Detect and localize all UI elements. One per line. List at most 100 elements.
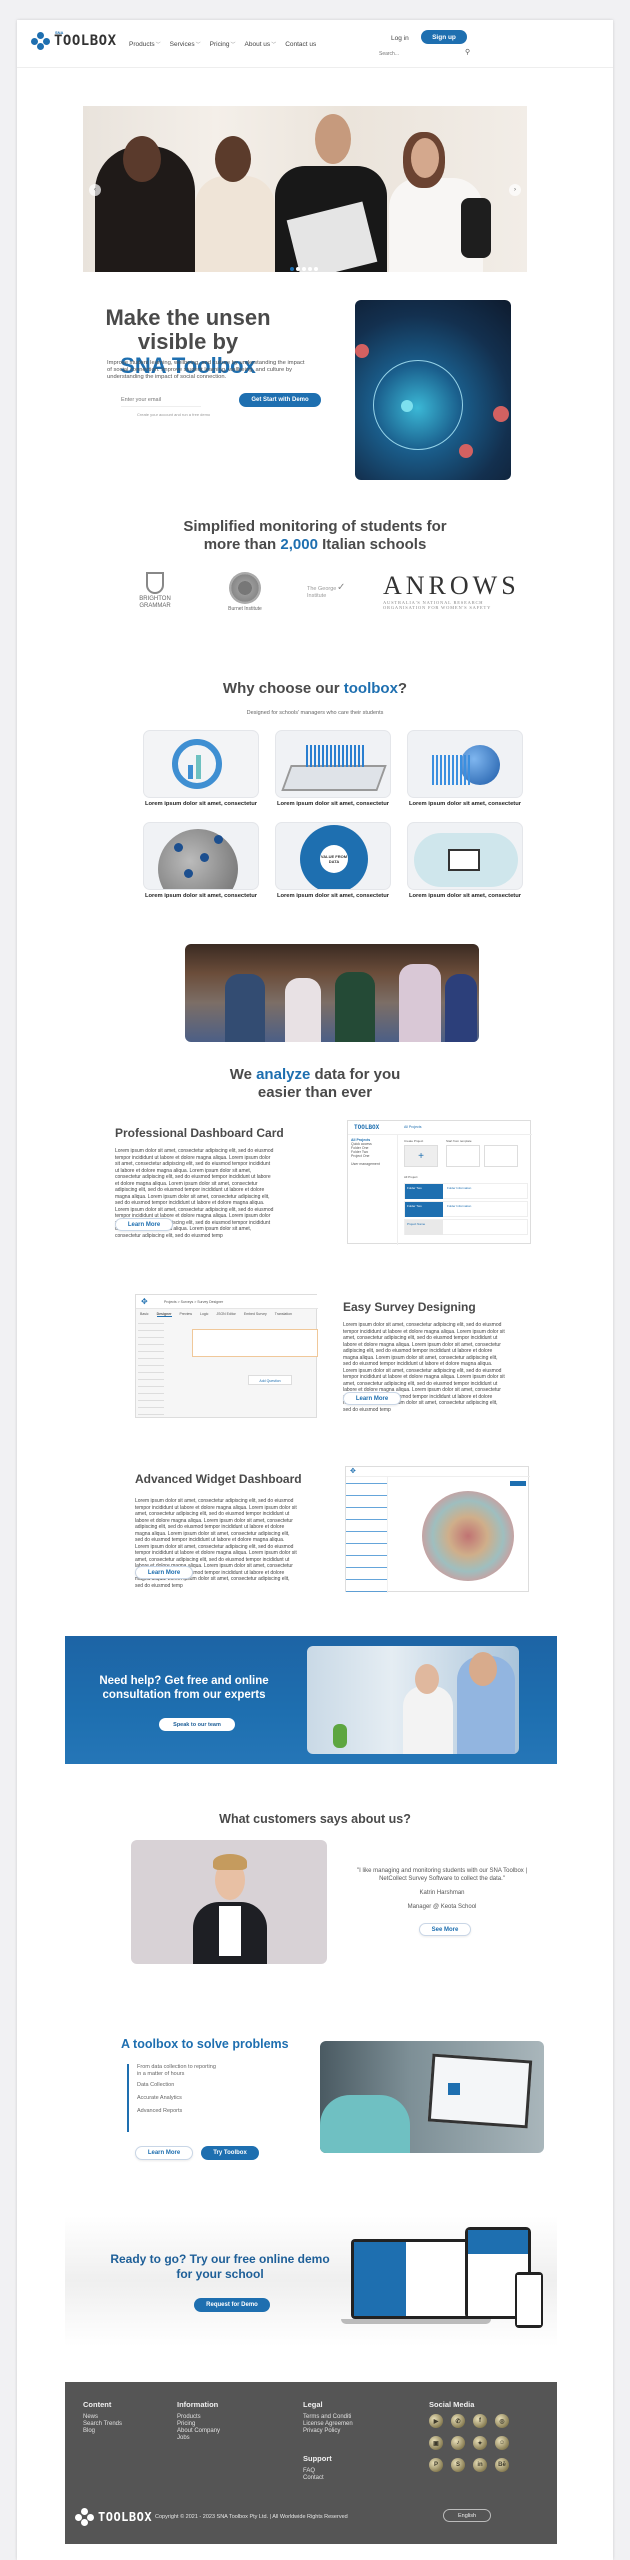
- network-node: [355, 344, 369, 358]
- why-title: Why choose our toolbox?: [115, 680, 515, 698]
- footer-link[interactable]: Privacy Policy: [303, 2428, 353, 2435]
- laptop-screen-left: [354, 2242, 406, 2316]
- feature-card[interactable]: Lorem ipsum dolor sit amet, consectetur: [407, 730, 523, 807]
- linkedin-icon[interactable]: in: [473, 2458, 487, 2472]
- learn-more-button[interactable]: Learn More: [343, 1392, 401, 1405]
- tab-basic[interactable]: Basic: [140, 1312, 149, 1317]
- instagram-icon[interactable]: ◎: [495, 2414, 509, 2428]
- logo[interactable]: SNA TOOLBOX: [31, 30, 117, 50]
- language-selector[interactable]: English: [443, 2509, 491, 2522]
- twitch-icon[interactable]: ▣: [429, 2436, 443, 2450]
- footer-link[interactable]: Terms and Conditi: [303, 2414, 353, 2421]
- footer-link[interactable]: Jobs: [177, 2435, 220, 2442]
- footer-logo[interactable]: TOOLBOX: [75, 2508, 152, 2526]
- analyze-title-highlight: analyze: [256, 1066, 311, 1083]
- footer-link[interactable]: News: [83, 2414, 122, 2421]
- apply-button[interactable]: [510, 1481, 526, 1486]
- analyze-title-prefix: We: [229, 1066, 257, 1083]
- feature-card[interactable]: Lorem ipsum dolor sit amet, consectetur: [275, 730, 391, 807]
- agent-male-face: [469, 1652, 497, 1686]
- solve-title: A toolbox to solve problems: [121, 2037, 289, 2051]
- tab-json-editor[interactable]: JSON Editor: [216, 1312, 235, 1317]
- learn-more-button[interactable]: Learn More: [135, 1566, 193, 1579]
- signup-button[interactable]: Sign up: [421, 30, 467, 44]
- feature-card[interactable]: VALUE FROM DATA Lorem ipsum dolor sit am…: [275, 822, 391, 899]
- school-name: BRIGHTON GRAMMAR: [139, 596, 171, 609]
- nav-services[interactable]: Services﹀: [170, 41, 201, 48]
- student-figure: [399, 964, 441, 1042]
- tab-preview[interactable]: Preview: [180, 1312, 192, 1317]
- footer-link[interactable]: FAQ: [303, 2468, 332, 2475]
- behance-icon[interactable]: Bē: [495, 2458, 509, 2472]
- network-node: [459, 444, 473, 458]
- footer-link[interactable]: License Agreemen: [303, 2421, 353, 2428]
- site-footer: Content News Search Trends Blog Informat…: [65, 2382, 557, 2544]
- feature-card[interactable]: Lorem ipsum dolor sit amet, consectetur: [143, 822, 259, 899]
- logo-mark-icon: [31, 32, 51, 50]
- network-node: [184, 869, 193, 878]
- why-subtitle: Designed for schools' managers who care …: [246, 710, 384, 716]
- learn-more-button[interactable]: Learn More: [115, 1218, 173, 1231]
- nav-contact[interactable]: Contact us: [285, 41, 316, 48]
- footer-link[interactable]: Products: [177, 2414, 220, 2421]
- youtube-icon[interactable]: ▶: [429, 2414, 443, 2428]
- footer-link[interactable]: Search Trends: [83, 2421, 122, 2428]
- laptop-device: [351, 2239, 473, 2319]
- testimonial-name: Katrin Harshman: [419, 1890, 465, 1896]
- carousel-dot[interactable]: [296, 267, 300, 271]
- learn-more-button[interactable]: Learn More: [135, 2146, 193, 2160]
- whatsapp-icon[interactable]: ✆: [451, 2414, 465, 2428]
- tab-designer[interactable]: Designer: [156, 1312, 172, 1317]
- network-graph: [422, 1491, 514, 1581]
- nav-about[interactable]: About us﹀: [245, 41, 277, 48]
- carousel-prev-button[interactable]: ‹: [89, 184, 101, 196]
- pinterest-icon[interactable]: P: [429, 2458, 443, 2472]
- footer-link[interactable]: About Company: [177, 2428, 220, 2435]
- footer-link[interactable]: Contact: [303, 2475, 332, 2482]
- school-logo-brighton: BRIGHTON GRAMMAR: [135, 572, 175, 610]
- search-icon[interactable]: ⚲: [465, 48, 470, 56]
- tiktok-icon[interactable]: ♪: [451, 2436, 465, 2450]
- school-logo-burnet: Burnet Institute: [221, 572, 269, 612]
- login-link[interactable]: Log in: [391, 35, 409, 42]
- template-tile: [484, 1145, 518, 1167]
- carousel-dot[interactable]: [290, 267, 294, 271]
- speak-to-team-button[interactable]: Speak to our team: [159, 1718, 235, 1731]
- nav-pricing[interactable]: Pricing﹀: [210, 41, 236, 48]
- feature-title: Advanced Widget Dashboard: [135, 1472, 302, 1486]
- carousel-next-button[interactable]: ›: [509, 184, 521, 196]
- school-logo-george: The George Institute ✓: [307, 582, 351, 599]
- why-title-suffix: ?: [397, 680, 408, 697]
- skype-icon[interactable]: S: [451, 2458, 465, 2472]
- support-team-image: [307, 1646, 519, 1754]
- feature-card[interactable]: Lorem ipsum dolor sit amet, consectetur: [143, 730, 259, 807]
- logo-word: TOOLBOX: [54, 33, 117, 49]
- checkmark-icon: ✓: [337, 582, 346, 593]
- feature-card[interactable]: Lorem ipsum dolor sit amet, consectetur: [407, 822, 523, 899]
- tab-logic[interactable]: Logic: [200, 1312, 208, 1317]
- request-demo-button[interactable]: Request for Demo: [194, 2298, 270, 2312]
- see-more-button[interactable]: See More: [419, 1923, 471, 1936]
- student-1-face: [123, 136, 161, 182]
- snapchat-icon[interactable]: ☺: [495, 2436, 509, 2450]
- footer-link[interactable]: Pricing: [177, 2421, 220, 2428]
- get-started-demo-button[interactable]: Get Start with Demo: [239, 393, 321, 407]
- value-from-data-image: VALUE FROM DATA: [275, 822, 391, 890]
- chevron-left-icon: ‹: [94, 187, 96, 193]
- carousel-dot[interactable]: [308, 267, 312, 271]
- carousel-dot[interactable]: [314, 267, 318, 271]
- network-globe-image: [143, 822, 259, 890]
- add-question-button[interactable]: Add Question: [248, 1375, 292, 1385]
- twitter-icon[interactable]: ✦: [473, 2436, 487, 2450]
- footer-link[interactable]: Blog: [83, 2428, 122, 2435]
- facebook-icon[interactable]: f: [473, 2414, 487, 2428]
- carousel-dot[interactable]: [302, 267, 306, 271]
- tab-embed-survey[interactable]: Embed Survey: [244, 1312, 267, 1317]
- search-input[interactable]: [379, 49, 469, 59]
- tab-translation[interactable]: Translation: [275, 1312, 292, 1317]
- analyze-title: We analyze data for you easier than ever: [115, 1066, 515, 1102]
- nav-products[interactable]: Products﹀: [129, 41, 161, 48]
- sidebar-item: Project One: [351, 1154, 370, 1158]
- try-toolbox-button[interactable]: Try Toolbox: [201, 2146, 259, 2160]
- email-input[interactable]: [121, 393, 201, 407]
